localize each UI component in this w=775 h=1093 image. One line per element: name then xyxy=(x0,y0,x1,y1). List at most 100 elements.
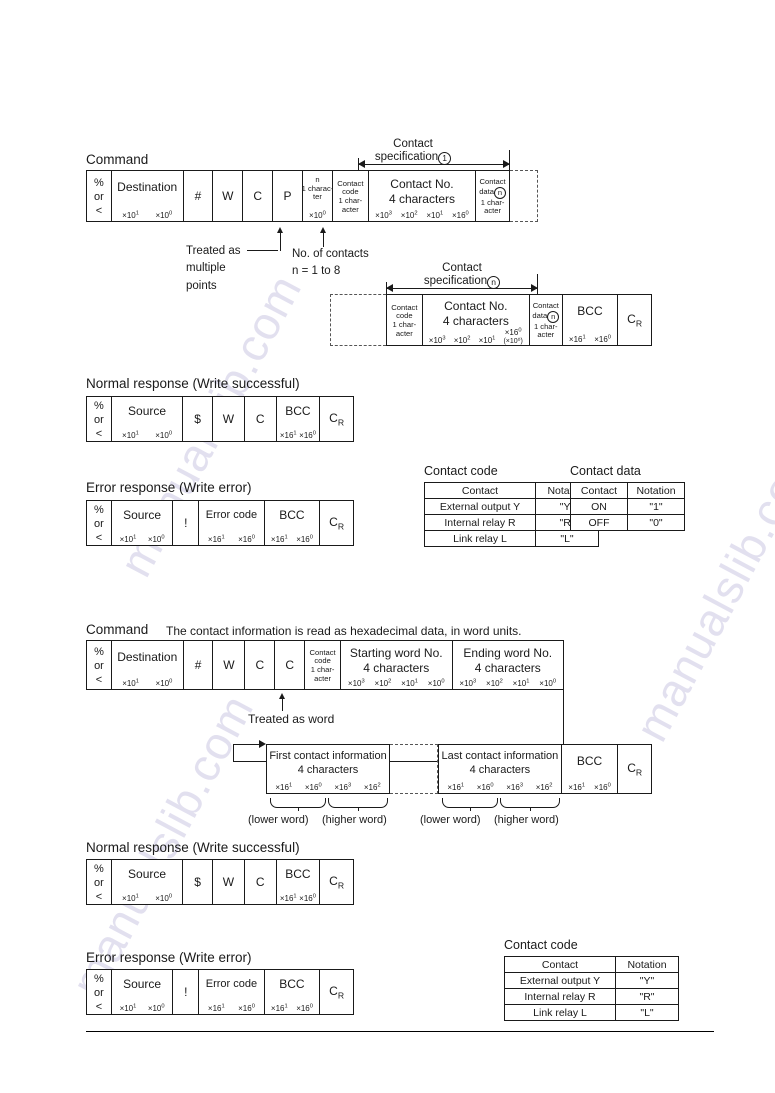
cell-bcc: BCC ×161 ×160 xyxy=(277,860,321,904)
cell-w: W xyxy=(213,397,245,441)
cell-source: Source ×101 ×100 xyxy=(112,501,174,545)
brace-lower-word xyxy=(270,798,326,811)
cell-cr: CR xyxy=(329,514,345,532)
last-contact-information-frame: Last contact information 4 characters ×1… xyxy=(438,744,652,794)
label-higher-word: (higher word) xyxy=(322,814,387,826)
sub-x10-1: ×101 xyxy=(122,210,139,220)
cell-source: Source ×101 ×100 xyxy=(112,970,174,1014)
cell-c: C xyxy=(245,397,277,441)
cell-start-code: % or < xyxy=(87,501,112,545)
cell-n-count: n 1 charac- ter ×100 xyxy=(302,171,333,221)
contact-data-table: Contact Notation ON "1" OFF "0" xyxy=(570,482,685,531)
section2-error-response-title: Error response (Write error) xyxy=(86,950,252,965)
cell-bcc: BCC ×161 ×160 xyxy=(277,397,321,441)
connector-horizontal-2 xyxy=(233,744,261,745)
error-response-frame-1: % or < Source ×101 ×100 ! Error code ×161 … xyxy=(86,500,354,546)
table-row: Link relay L "L" xyxy=(424,530,599,547)
cell-bcc: BCC ×161 ×160 xyxy=(563,295,619,345)
cell-w: W xyxy=(213,641,246,689)
table-row: Internal relay R "R" xyxy=(504,988,679,1005)
cell-cr: CR xyxy=(329,873,345,891)
command-frame-word: % or < Destination ×101 ×100 # W C C Conta… xyxy=(86,640,564,690)
span-tick xyxy=(358,158,359,170)
annot-no-of-contacts: No. of contacts n = 1 to 8 xyxy=(292,248,369,278)
cell-destination: Destination ×101 ×100 xyxy=(112,641,184,689)
span-tick xyxy=(537,274,538,296)
first-contact-information-frame: First contact information 4 characters ×… xyxy=(266,744,390,794)
table-row: ON "1" xyxy=(570,498,685,515)
annot-treated-as-multiple-points: Treated as multiple points xyxy=(186,245,241,292)
section2-command-note: The contact information is read as hexad… xyxy=(166,624,522,638)
frame-continuation-dashed xyxy=(510,170,538,222)
cell-w: W xyxy=(213,171,244,221)
cell-source: Source ×101 ×100 xyxy=(112,860,184,904)
cell-start-code: % or < xyxy=(87,970,112,1014)
normal-response-frame-2: % or < Source ×101 ×100 $ W C BCC ×161 ×16… xyxy=(86,859,354,905)
cell-source: Source ×101 ×100 xyxy=(112,397,184,441)
brace-higher-word xyxy=(500,798,560,811)
cell-cr: CR xyxy=(627,311,643,329)
table-header-row: Contact Notation xyxy=(504,956,679,973)
contact-data-table-title: Contact data xyxy=(570,464,641,478)
section2-normal-response-title: Normal response (Write successful) xyxy=(86,840,300,855)
cell-contact-no: Contact No. 4 characters ×103 ×102 ×101 … xyxy=(423,295,530,345)
cell-bang: ! xyxy=(173,970,200,1014)
section1-normal-response-title: Normal response (Write successful) xyxy=(86,376,300,391)
cell-start-code: % or < xyxy=(87,641,112,689)
cell-bcc: BCC ×161 ×160 xyxy=(562,745,619,793)
cell-start-code: % or < xyxy=(87,171,112,221)
no-of-contacts-arrow xyxy=(320,227,327,247)
connector-vertical-2 xyxy=(233,744,234,762)
cell-contact-code: Contact code 1 char- acter xyxy=(305,641,341,689)
sub-x10-0: ×100 xyxy=(155,210,173,220)
contact-specification-1-arrow xyxy=(358,160,510,169)
sub-x10-0: ×100 xyxy=(309,210,326,220)
cell-dollar: $ xyxy=(183,860,214,904)
footer-rule xyxy=(86,1031,714,1032)
cell-hash: # xyxy=(184,171,214,221)
cell-cr: CR xyxy=(329,410,345,428)
cell-error-code: Error code ×161 ×160 xyxy=(199,501,265,545)
document-page: manualslib.com manualslib.com manualslib… xyxy=(0,0,775,1093)
cell-error-code: Error code ×161 ×160 xyxy=(199,970,265,1014)
contact-code-table-title: Contact code xyxy=(424,464,498,478)
cell-first-contact-information: First contact information 4 characters ×… xyxy=(269,750,387,792)
brace-higher-word xyxy=(328,798,388,811)
cell-contact-code: Contact code 1 char- acter xyxy=(333,171,369,221)
cell-hash: # xyxy=(184,641,214,689)
cell-p: P xyxy=(273,171,303,221)
treated-as-multiple-lead xyxy=(247,250,278,251)
alt-exponent: (×10⁰) xyxy=(503,337,523,345)
cell-contact-no: Contact No. 4 characters ×103 ×102 ×101 … xyxy=(369,171,477,221)
frame-continuation-dashed xyxy=(330,294,386,346)
section1-command-title: Command xyxy=(86,152,149,167)
label-lower-word: (lower word) xyxy=(420,814,481,826)
watermark: manualslib.com xyxy=(625,430,775,750)
cell-c: C xyxy=(243,171,274,221)
contact-code-table-2: Contact Notation External output Y "Y" I… xyxy=(504,956,679,1021)
cell-cr: CR xyxy=(329,983,345,1001)
cell-bang: ! xyxy=(173,501,200,545)
section2-command-title: Command xyxy=(86,622,149,637)
command-frame-row1: % or < Destination ×101 ×100 # W C P n 1… xyxy=(86,170,510,222)
cell-bcc: BCC ×161 ×160 xyxy=(265,501,321,545)
cell-ending-word-no: Ending word No. 4 characters ×103 ×102 ×… xyxy=(459,646,557,688)
frame-continuation-dashed xyxy=(390,744,438,794)
section1-error-response-title: Error response (Write error) xyxy=(86,480,252,495)
cell-bcc: BCC ×161 ×160 xyxy=(265,970,321,1014)
cell-start-code: % or < xyxy=(87,397,112,441)
table-row: OFF "0" xyxy=(570,514,685,531)
cell-starting-word-no: Starting word No. 4 characters ×103 ×102… xyxy=(341,641,453,689)
error-response-frame-2: % or < Source ×101 ×100 ! Error code ×161 … xyxy=(86,969,354,1015)
treated-as-multiple-arrow xyxy=(277,227,284,251)
cell-last-contact-information: Last contact information 4 characters ×1… xyxy=(439,745,562,793)
command-frame-row2: Contact code 1 char- acter Contact No. 4… xyxy=(386,294,652,346)
span-tick xyxy=(509,150,510,170)
cell-contact-data: Contact data n 1 char- acter xyxy=(530,295,563,345)
cell-contact-data: Contact data n 1 char- acter xyxy=(479,176,506,216)
cell-w: W xyxy=(213,860,245,904)
cell-c1: C xyxy=(245,641,276,689)
cell-c2: C xyxy=(275,641,306,689)
connector-arrowhead xyxy=(259,740,266,748)
table-row: External output Y "Y" xyxy=(504,972,679,989)
